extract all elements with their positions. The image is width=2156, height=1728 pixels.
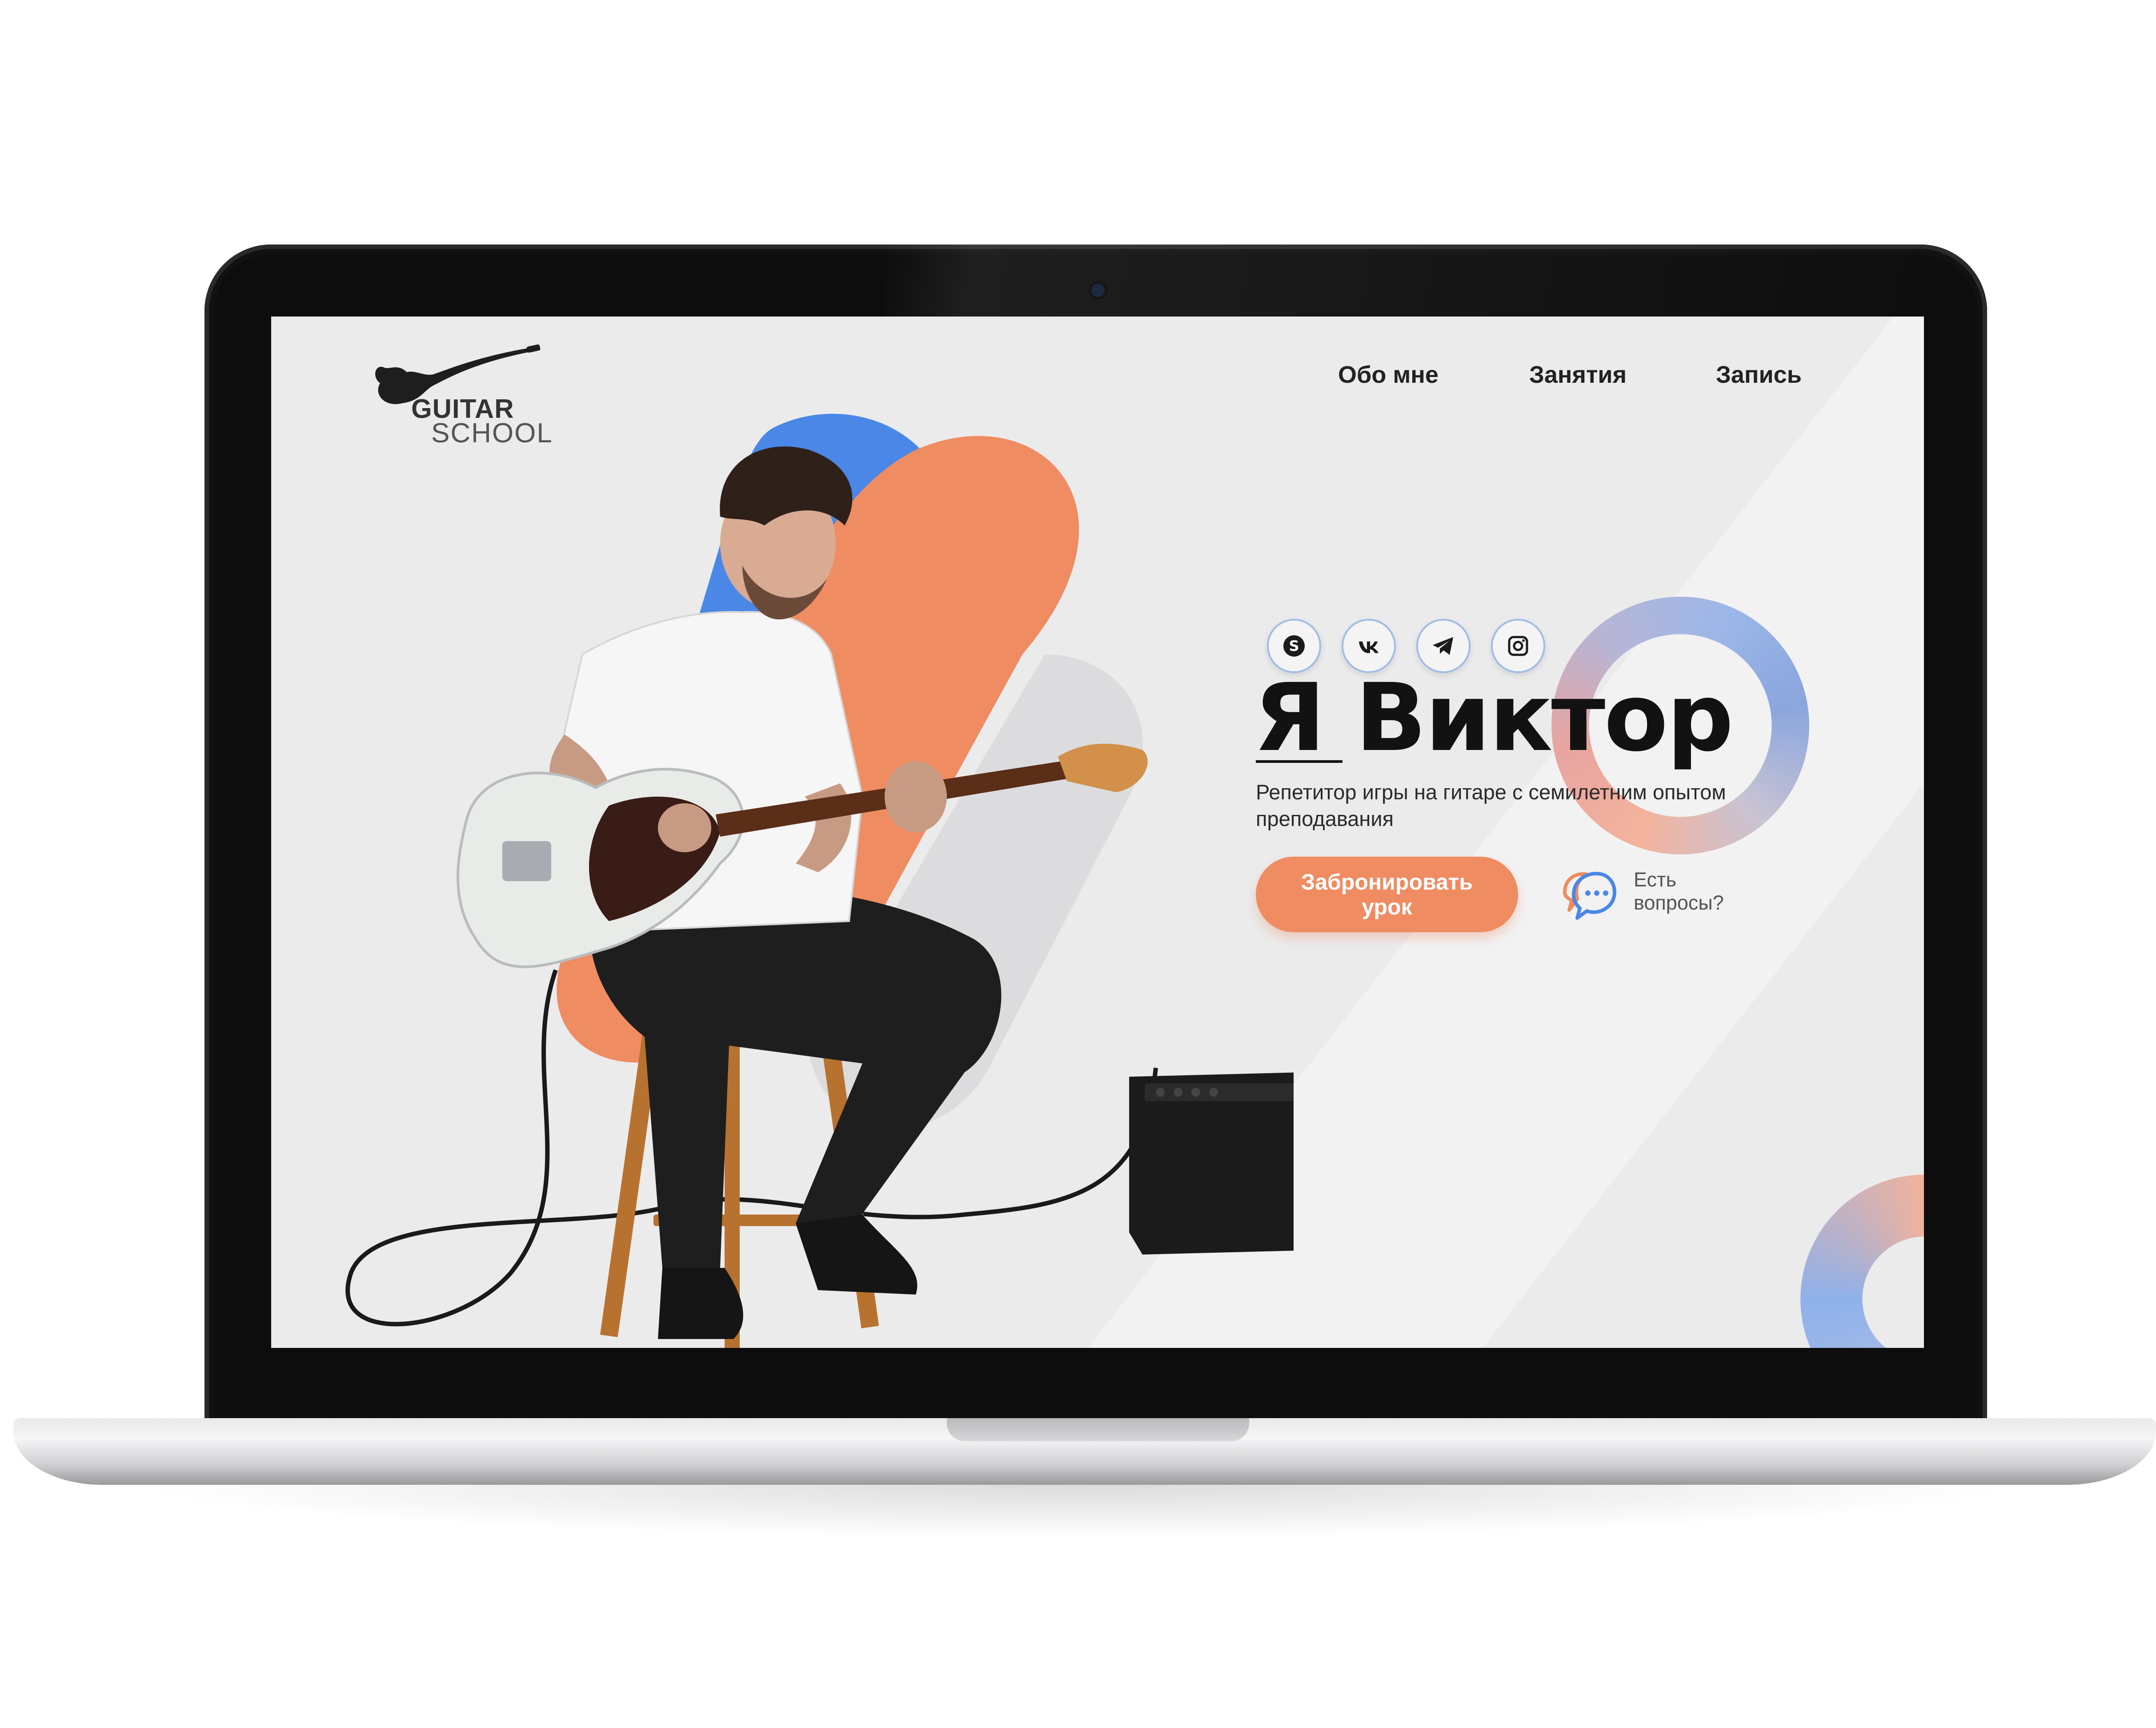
chat-bubbles-icon — [1563, 872, 1616, 920]
instagram-icon — [1508, 636, 1528, 656]
shoe-left — [658, 1268, 743, 1339]
laptop-shadow — [133, 1485, 2023, 1538]
book-lesson-button[interactable]: Забронировать урок — [1256, 857, 1518, 932]
hero-illustration — [345, 413, 1294, 1348]
hero-subtitle: Репетитор игры на гитаре с семилетним оп… — [1256, 780, 1726, 830]
fretting-hand — [885, 761, 947, 832]
bridge — [502, 841, 551, 881]
skype-icon: S — [1283, 635, 1305, 657]
title-underline — [1256, 760, 1342, 763]
nav-link-booking[interactable]: Запись — [1716, 361, 1802, 389]
questions-link[interactable]: Есть вопросы? — [1556, 861, 1760, 928]
amplifier — [1129, 1072, 1294, 1255]
vk-icon — [1359, 641, 1379, 653]
strumming-hand — [658, 803, 711, 852]
lid-glare — [885, 245, 1987, 320]
hero-title: Я Виктор — [1254, 663, 1734, 772]
nav-link-about[interactable]: Обо мне — [1338, 361, 1439, 389]
telegram-icon — [1433, 637, 1453, 655]
svg-text:S: S — [1289, 637, 1299, 654]
questions-label: Есть вопросы? — [1634, 868, 1724, 914]
corner-ring — [1800, 1175, 1924, 1348]
camera-icon — [1091, 284, 1105, 297]
nav-link-lessons[interactable]: Занятия — [1529, 361, 1627, 389]
laptop-base — [13, 1418, 2156, 1485]
website-screen: GUITAR SCHOOL Обо мне Занятия Запись S Я… — [271, 317, 1924, 1348]
laptop-notch — [947, 1418, 1249, 1441]
shoe-right — [796, 1215, 918, 1295]
